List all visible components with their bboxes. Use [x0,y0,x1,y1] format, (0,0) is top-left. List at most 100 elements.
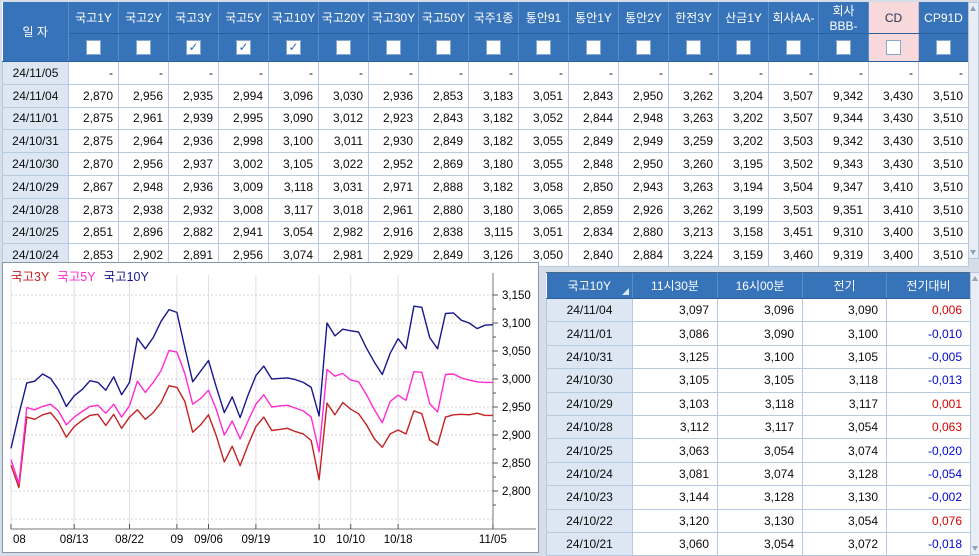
value-1600-cell[interactable]: 3,128 [718,486,803,509]
yield-cell[interactable]: 3,058 [519,175,569,198]
date-cell[interactable]: 24/10/28 [3,198,69,221]
yield-cell[interactable]: - [419,62,469,85]
yield-cell[interactable]: 3,224 [669,244,719,267]
checkbox-cd[interactable] [886,40,901,55]
yield-cell[interactable]: 2,950 [619,84,669,107]
yield-cell[interactable]: 3,510 [919,221,969,244]
yield-cell[interactable]: 2,873 [69,198,119,221]
date-cell[interactable]: 24/10/21 [547,532,633,555]
yield-cell[interactable]: 3,052 [519,107,569,130]
yield-cell[interactable]: 3,510 [919,130,969,153]
yield-cell[interactable]: 3,022 [319,153,369,176]
yield-cell[interactable]: 3,507 [769,107,819,130]
yield-cell[interactable]: - [719,62,769,85]
yield-cell[interactable]: - [569,62,619,85]
yield-cell[interactable]: 3,011 [319,130,369,153]
yield-cell[interactable]: - [169,62,219,85]
yield-cell[interactable]: 2,964 [119,130,169,153]
yield-cell[interactable]: - [869,62,919,85]
yield-cell[interactable]: 2,943 [619,175,669,198]
value-1130-cell[interactable]: 3,063 [633,439,718,462]
yield-cell[interactable]: 3,400 [869,221,919,244]
value-1130-cell[interactable]: 3,112 [633,415,718,438]
yield-cell[interactable]: 3,159 [719,244,769,267]
date-cell[interactable]: 24/10/29 [3,175,69,198]
yield-cell[interactable]: 2,896 [119,221,169,244]
yield-cell[interactable]: 3,260 [669,153,719,176]
yield-cell[interactable]: 2,834 [569,221,619,244]
value-1600-cell[interactable]: 3,130 [718,509,803,532]
date-cell[interactable]: 24/10/28 [547,415,633,438]
yield-cell[interactable]: - [69,62,119,85]
yield-cell[interactable]: 3,410 [869,198,919,221]
yield-cell[interactable]: 3,100 [269,130,319,153]
yield-cell[interactable]: 3,199 [719,198,769,221]
yield-cell[interactable]: 2,880 [419,198,469,221]
checkbox-cp91d[interactable] [936,40,951,55]
yield-cell[interactable]: 2,875 [69,130,119,153]
yield-cell[interactable]: 2,859 [569,198,619,221]
checkbox-국고5y[interactable]: ✓ [236,40,251,55]
yield-cell[interactable]: 3,430 [869,130,919,153]
yield-cell[interactable]: 2,882 [169,221,219,244]
yield-cell[interactable]: 9,351 [819,198,869,221]
yield-cell[interactable]: 3,183 [469,84,519,107]
yield-cell[interactable]: 2,844 [569,107,619,130]
value-1600-cell[interactable]: 3,090 [718,322,803,345]
yield-cell[interactable]: 3,262 [669,84,719,107]
yield-cell[interactable]: 2,994 [219,84,269,107]
yield-cell[interactable]: 3,055 [519,130,569,153]
value-1130-cell[interactable]: 3,060 [633,532,718,555]
yield-cell[interactable]: 2,936 [369,84,419,107]
yield-cell[interactable]: 2,956 [119,153,169,176]
yield-cell[interactable]: 3,182 [469,107,519,130]
yield-cell[interactable]: 2,961 [119,107,169,130]
yield-cell[interactable]: 2,982 [319,221,369,244]
yield-cell[interactable]: 3,202 [719,107,769,130]
yield-cell[interactable]: 2,932 [169,198,219,221]
change-cell[interactable]: 0,001 [887,392,971,415]
date-cell[interactable]: 24/11/04 [547,299,633,322]
date-cell[interactable]: 24/11/01 [3,107,69,130]
yield-cell[interactable]: 2,936 [169,175,219,198]
value-1130-cell[interactable]: 3,125 [633,345,718,368]
yield-cell[interactable]: 3,213 [669,221,719,244]
yield-cell[interactable]: 2,938 [119,198,169,221]
yield-cell[interactable]: 3,180 [469,153,519,176]
date-cell[interactable]: 24/10/31 [3,130,69,153]
date-cell[interactable]: 24/10/25 [547,439,633,462]
change-cell[interactable]: -0,020 [887,439,971,462]
yield-cell[interactable]: 9,319 [819,244,869,267]
yield-cell[interactable]: - [369,62,419,85]
yield-cell[interactable]: 2,849 [419,130,469,153]
yield-cell[interactable]: 3,051 [519,84,569,107]
yield-cell[interactable]: 2,849 [569,130,619,153]
yield-cell[interactable]: - [669,62,719,85]
prev-close-cell[interactable]: 3,100 [803,322,887,345]
yield-cell[interactable]: 2,956 [119,84,169,107]
yield-cell[interactable]: 2,848 [569,153,619,176]
yield-cell[interactable]: 2,870 [69,153,119,176]
yield-cell[interactable]: 3,503 [769,130,819,153]
checkbox-국고2y[interactable] [136,40,151,55]
yield-cell[interactable]: 3,055 [519,153,569,176]
yield-cell[interactable]: 3,031 [319,175,369,198]
yield-cell[interactable]: 3,194 [719,175,769,198]
value-1130-cell[interactable]: 3,103 [633,392,718,415]
yield-cell[interactable]: 2,950 [619,153,669,176]
detail-header-국고10y[interactable]: 국고10Y [547,273,633,299]
date-cell[interactable]: 24/11/04 [3,84,69,107]
yield-cell[interactable]: 3,460 [769,244,819,267]
yield-cell[interactable]: 2,838 [419,221,469,244]
yield-cell[interactable]: 2,948 [619,107,669,130]
scroll-down-icon[interactable] [970,250,976,255]
yield-cell[interactable]: 2,853 [419,84,469,107]
yield-cell[interactable]: 3,012 [319,107,369,130]
value-1130-cell[interactable]: 3,120 [633,509,718,532]
date-cell[interactable]: 24/10/25 [3,221,69,244]
checkbox-회사aa-[interactable] [786,40,801,55]
yield-cell[interactable]: 2,869 [419,153,469,176]
yield-cell[interactable]: - [269,62,319,85]
change-cell[interactable]: -0,005 [887,345,971,368]
checkbox-한전3y[interactable] [686,40,701,55]
